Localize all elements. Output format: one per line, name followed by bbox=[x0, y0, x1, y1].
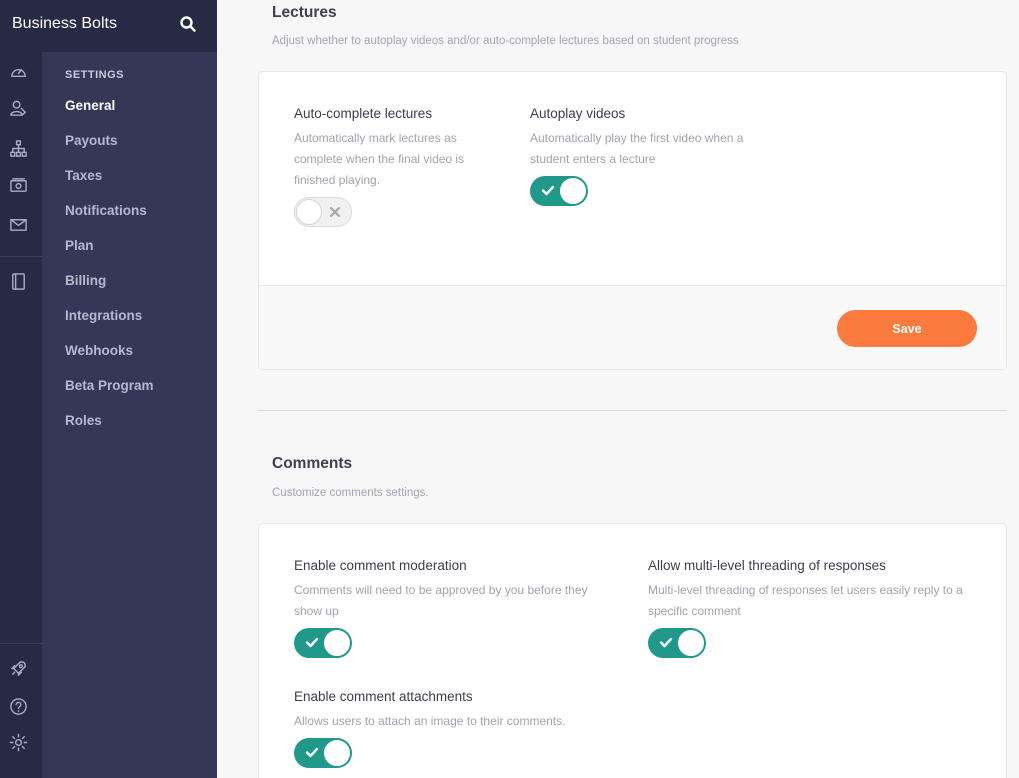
close-icon bbox=[328, 205, 342, 219]
mail-icon[interactable] bbox=[7, 213, 29, 235]
menu-item-beta-program[interactable]: Beta Program bbox=[65, 378, 154, 393]
autoplay-option: Autoplay videos Automatically play the f… bbox=[530, 106, 745, 170]
menu-heading: SETTINGS bbox=[65, 69, 125, 81]
moderation-description: Comments will need to be approved by you… bbox=[294, 583, 588, 618]
icon-rail bbox=[0, 0, 42, 778]
auto-complete-description: Automatically mark lectures as complete … bbox=[294, 131, 465, 187]
auto-complete-option: Auto-complete lectures Automatically mar… bbox=[294, 106, 499, 191]
dashboard-icon[interactable] bbox=[7, 61, 29, 83]
moderation-toggle[interactable] bbox=[294, 628, 352, 658]
auto-complete-label: Auto-complete lectures bbox=[294, 106, 433, 121]
threading-option: Allow multi-level threading of responses… bbox=[648, 558, 968, 622]
menu-item-payouts[interactable]: Payouts bbox=[65, 133, 118, 148]
menu-item-general[interactable]: General bbox=[65, 98, 115, 113]
rocket-icon[interactable] bbox=[7, 657, 29, 679]
menu-item-notifications[interactable]: Notifications bbox=[65, 203, 147, 218]
auto-complete-toggle[interactable] bbox=[294, 197, 352, 227]
check-icon bbox=[305, 745, 319, 759]
sitemap-icon[interactable] bbox=[7, 137, 29, 159]
lectures-description: Adjust whether to autoplay videos and/or… bbox=[272, 35, 739, 47]
toggle-knob bbox=[560, 178, 586, 204]
moderation-label: Enable comment moderation bbox=[294, 558, 467, 573]
menu-item-plan[interactable]: Plan bbox=[65, 238, 94, 253]
check-icon bbox=[541, 183, 555, 197]
toggle-knob bbox=[324, 630, 350, 656]
menu-item-billing[interactable]: Billing bbox=[65, 273, 106, 288]
menu-item-integrations[interactable]: Integrations bbox=[65, 308, 142, 323]
settings-content: Lectures Adjust whether to autoplay vide… bbox=[217, 0, 1019, 778]
check-icon bbox=[305, 635, 319, 649]
autoplay-toggle[interactable] bbox=[530, 176, 588, 206]
attachments-description: Allows users to attach an image to their… bbox=[294, 714, 566, 728]
attachments-toggle[interactable] bbox=[294, 738, 352, 768]
menu-item-taxes[interactable]: Taxes bbox=[65, 168, 102, 183]
autoplay-description: Automatically play the first video when … bbox=[530, 131, 744, 166]
money-icon[interactable] bbox=[7, 174, 29, 196]
brand-name: Business Bolts bbox=[12, 15, 117, 32]
moderation-option: Enable comment moderation Comments will … bbox=[294, 558, 614, 622]
book-icon[interactable] bbox=[7, 270, 29, 292]
toggle-knob bbox=[296, 199, 322, 225]
app-header: Business Bolts bbox=[0, 0, 217, 52]
section-divider bbox=[258, 410, 1007, 411]
toggle-knob bbox=[678, 630, 704, 656]
settings-menu: SETTINGS General Payouts Taxes Notificat… bbox=[42, 52, 217, 778]
help-icon[interactable] bbox=[7, 695, 29, 717]
menu-item-webhooks[interactable]: Webhooks bbox=[65, 343, 133, 358]
gear-icon[interactable] bbox=[7, 731, 29, 753]
attachments-label: Enable comment attachments bbox=[294, 689, 473, 704]
lectures-title: Lectures bbox=[272, 4, 337, 21]
comments-title: Comments bbox=[272, 455, 353, 472]
lectures-card: Auto-complete lectures Automatically mar… bbox=[258, 71, 1007, 370]
comments-description: Customize comments settings. bbox=[272, 487, 429, 499]
save-button[interactable]: Save bbox=[837, 310, 977, 347]
threading-description: Multi-level threading of responses let u… bbox=[648, 583, 963, 618]
search-icon[interactable] bbox=[180, 16, 198, 34]
comments-card: Enable comment moderation Comments will … bbox=[258, 523, 1007, 778]
threading-label: Allow multi-level threading of responses bbox=[648, 558, 886, 573]
users-icon[interactable] bbox=[7, 97, 29, 119]
menu-item-roles[interactable]: Roles bbox=[65, 413, 102, 428]
attachments-option: Enable comment attachments Allows users … bbox=[294, 689, 634, 732]
toggle-knob bbox=[324, 740, 350, 766]
lectures-card-footer: Save bbox=[259, 285, 1006, 369]
check-icon bbox=[659, 635, 673, 649]
rail-divider bbox=[0, 256, 42, 257]
threading-toggle[interactable] bbox=[648, 628, 706, 658]
rail-divider bbox=[0, 643, 42, 644]
autoplay-label: Autoplay videos bbox=[530, 106, 626, 121]
